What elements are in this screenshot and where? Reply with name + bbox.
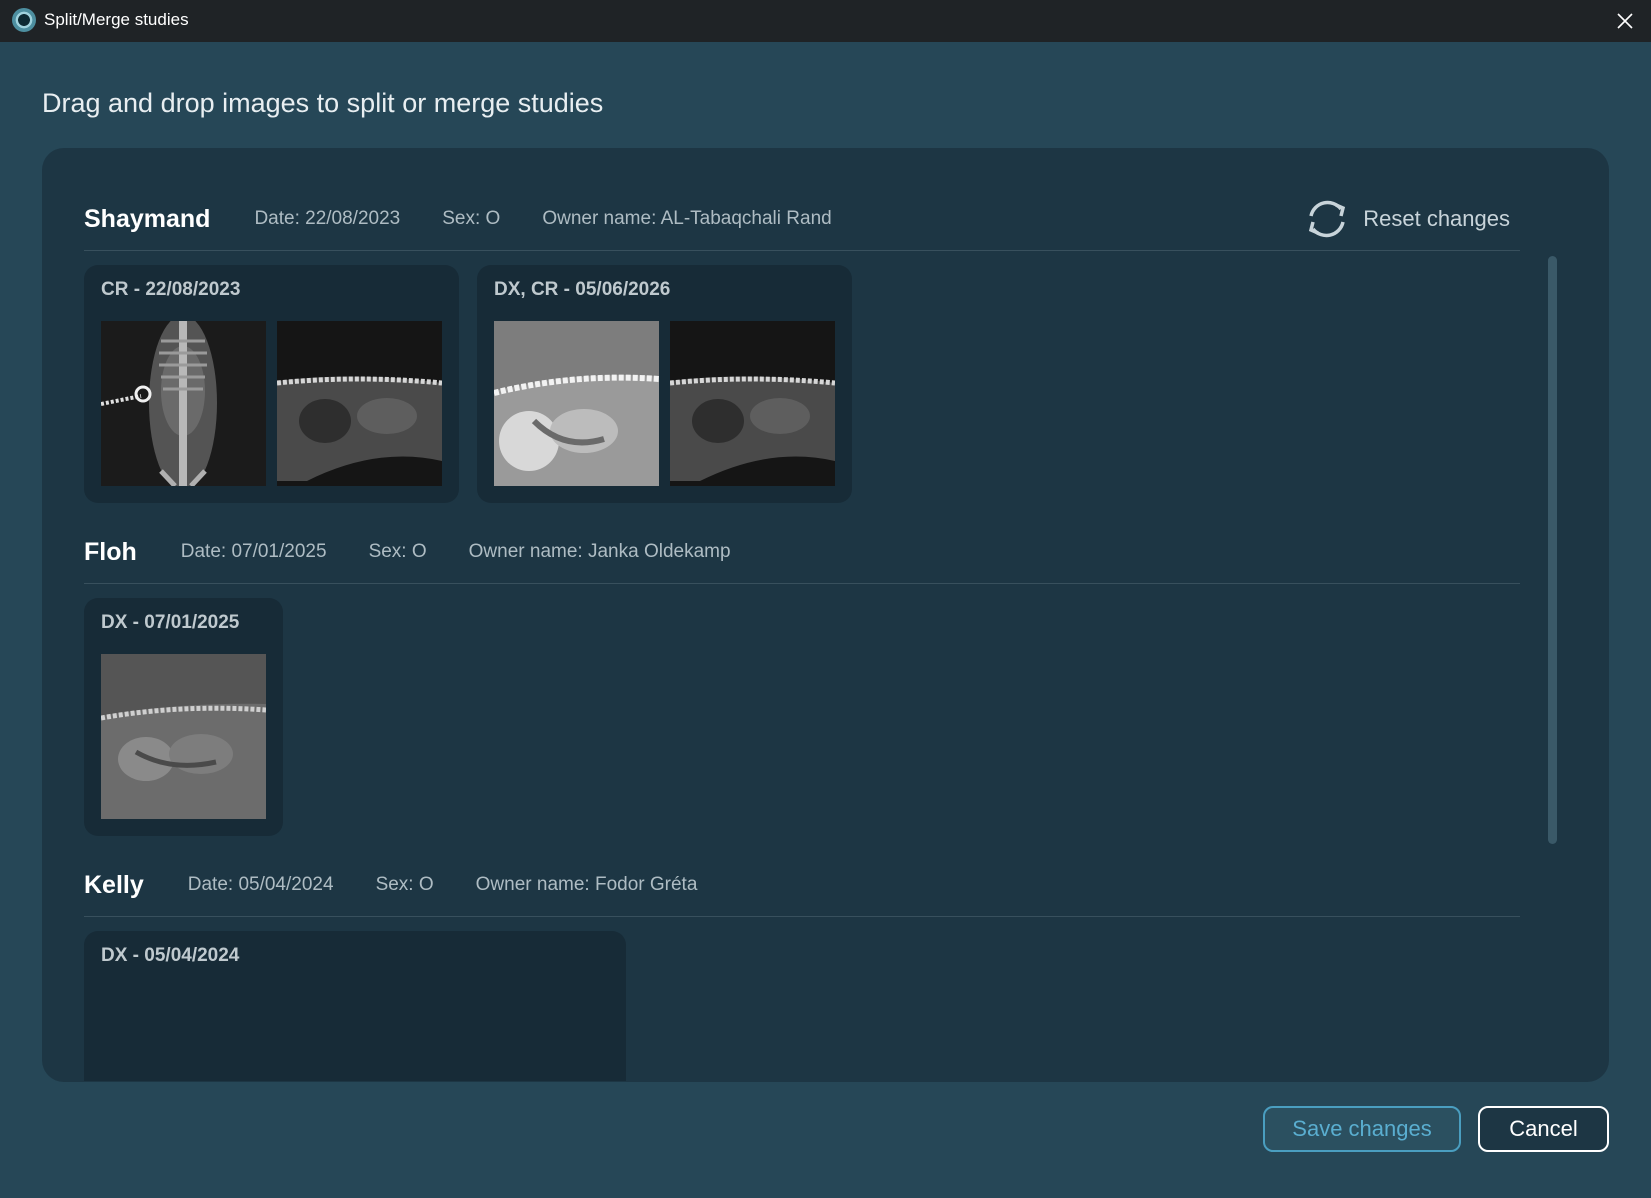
window-title: Split/Merge studies xyxy=(44,10,189,29)
study-title: DX - 05/04/2024 xyxy=(101,945,240,966)
study-list: DX - 05/04/2024 xyxy=(84,917,1520,1081)
patient-owner: Owner name: AL-Tabaqchali Rand xyxy=(542,208,832,229)
patient-section-floh: Floh Date: 07/01/2025 Sex: O Owner name:… xyxy=(84,521,1520,854)
save-changes-button[interactable]: Save changes xyxy=(1263,1106,1461,1152)
patient-sex: Sex: O xyxy=(368,541,427,562)
patient-date: Date: 05/04/2024 xyxy=(187,874,334,895)
patient-owner: Owner name: Fodor Gréta xyxy=(475,874,698,895)
patient-name: Floh xyxy=(84,537,137,566)
xray-lateral-image xyxy=(277,321,442,486)
xray-ventrodorsal-image xyxy=(101,321,266,486)
xray-lateral-image xyxy=(494,321,659,486)
patient-header: Kelly Date: 05/04/2024 Sex: O Owner name… xyxy=(84,854,1520,917)
reset-changes-button[interactable]: Reset changes xyxy=(1303,196,1510,242)
patient-owner: Owner name: Janka Oldekamp xyxy=(468,541,731,562)
study-list: DX - 07/01/2025 xyxy=(84,584,1520,854)
patient-header: Shaymand Date: 22/08/2023 Sex: O Owner n… xyxy=(84,188,1520,251)
study-card[interactable]: CR - 22/08/2023 xyxy=(84,265,459,503)
patient-section-kelly: Kelly Date: 05/04/2024 Sex: O Owner name… xyxy=(84,854,1520,1081)
study-card[interactable]: DX, CR - 05/06/2026 xyxy=(477,265,852,503)
title-bar: Split/Merge studies xyxy=(0,0,1651,42)
app-logo-icon xyxy=(12,8,36,32)
scrollbar[interactable] xyxy=(1548,256,1557,844)
study-title: DX, CR - 05/06/2026 xyxy=(494,279,671,300)
xray-thumbnail[interactable] xyxy=(670,321,835,486)
xray-lateral-image xyxy=(101,654,266,819)
xray-thumbnail[interactable] xyxy=(494,321,659,486)
studies-panel: Shaymand Date: 22/08/2023 Sex: O Owner n… xyxy=(42,148,1609,1082)
studies-scroll-area[interactable]: Shaymand Date: 22/08/2023 Sex: O Owner n… xyxy=(84,188,1520,1081)
patient-date: Date: 07/01/2025 xyxy=(180,541,327,562)
close-icon xyxy=(1617,13,1633,29)
study-card[interactable]: DX - 07/01/2025 xyxy=(84,598,283,836)
reset-changes-label: Reset changes xyxy=(1363,206,1510,231)
patient-section-shaymand: Shaymand Date: 22/08/2023 Sex: O Owner n… xyxy=(84,188,1520,521)
patient-header: Floh Date: 07/01/2025 Sex: O Owner name:… xyxy=(84,521,1520,584)
xray-thumbnail[interactable] xyxy=(277,321,442,486)
patient-sex: Sex: O xyxy=(375,874,434,895)
refresh-icon xyxy=(1309,200,1346,238)
study-card[interactable]: DX - 05/04/2024 xyxy=(84,931,626,1081)
close-button[interactable] xyxy=(1599,0,1651,42)
patient-name: Shaymand xyxy=(84,204,211,233)
study-title: CR - 22/08/2023 xyxy=(101,279,241,300)
study-title: DX - 07/01/2025 xyxy=(101,612,240,633)
xray-thumbnail[interactable] xyxy=(101,321,266,486)
xray-thumbnail[interactable] xyxy=(101,654,266,819)
patient-date: Date: 22/08/2023 xyxy=(254,208,401,229)
patient-sex: Sex: O xyxy=(442,208,501,229)
instruction-text: Drag and drop images to split or merge s… xyxy=(42,88,604,118)
xray-lateral-image xyxy=(670,321,835,486)
study-list: CR - 22/08/2023 DX, CR - 05/06/2026 xyxy=(84,251,1520,521)
patient-name: Kelly xyxy=(84,870,144,899)
cancel-button[interactable]: Cancel xyxy=(1478,1106,1609,1152)
